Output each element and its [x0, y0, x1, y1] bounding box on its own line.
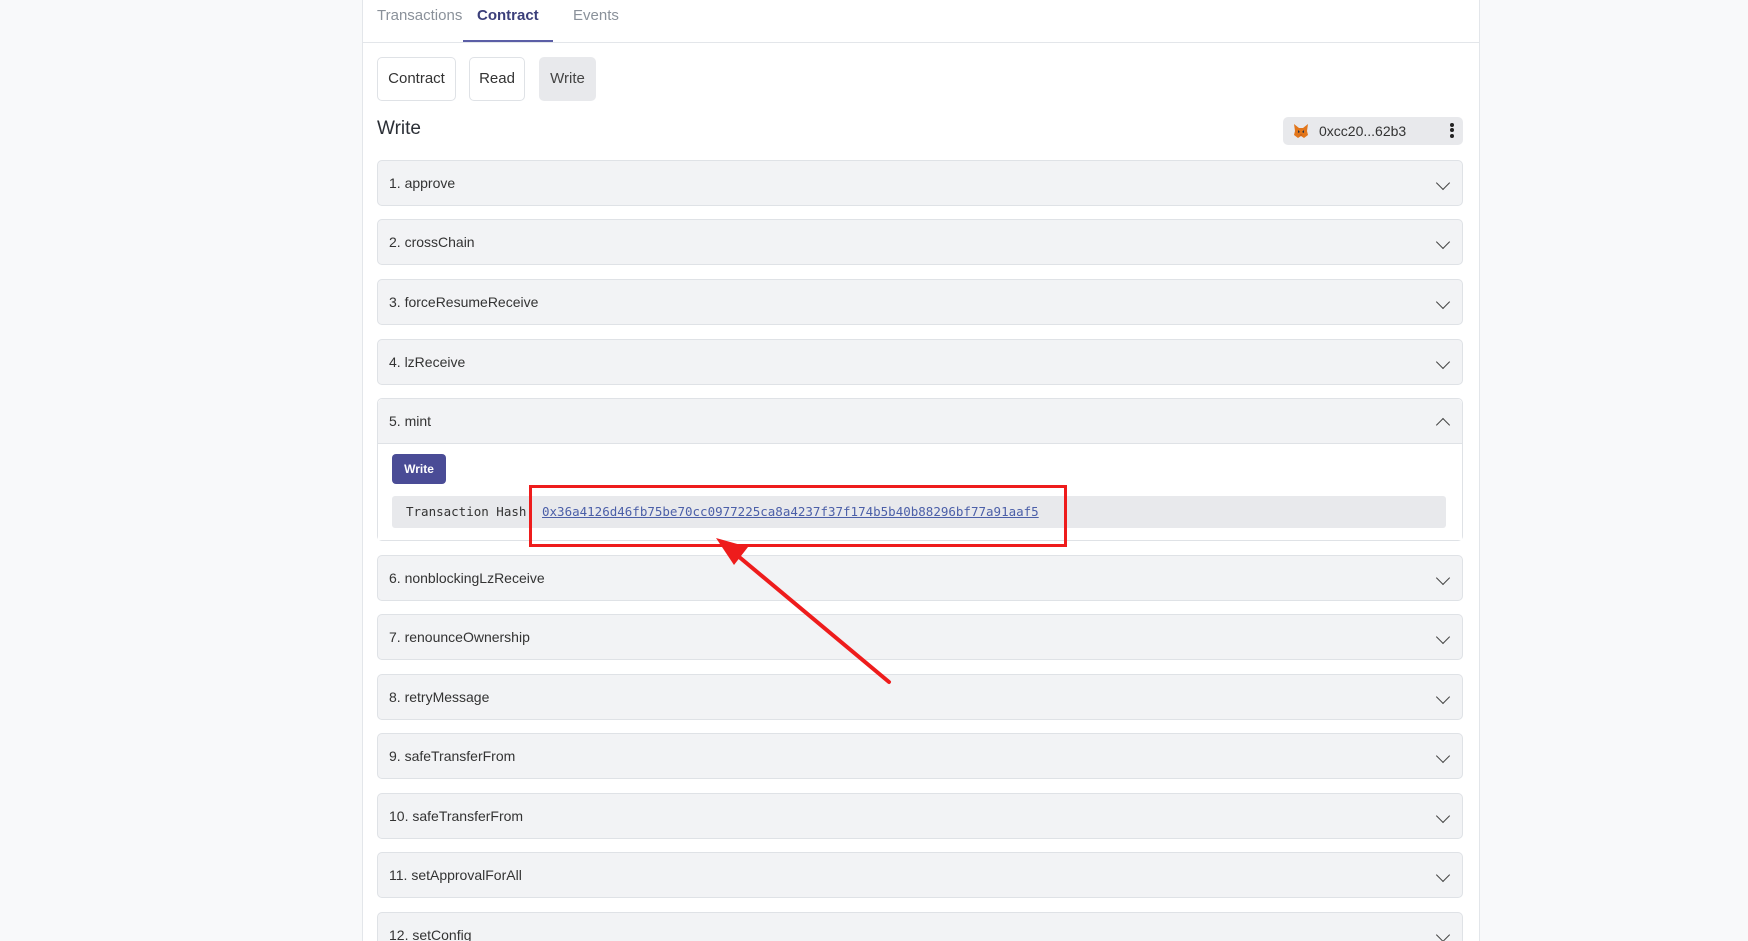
tab-contract[interactable]: Contract	[463, 0, 553, 42]
function-label: 3. forceResumeReceive	[389, 294, 539, 310]
wallet-button[interactable]: 0xcc20...62b3	[1283, 117, 1463, 145]
write-button[interactable]: Write	[392, 454, 446, 484]
chevron-down-icon	[1435, 294, 1451, 310]
function-item-safetransferfrom-2[interactable]: 10. safeTransferFrom	[377, 793, 1463, 839]
chevron-down-icon	[1435, 629, 1451, 645]
function-label: 5. mint	[389, 413, 432, 429]
subtab-contract[interactable]: Contract	[377, 57, 456, 101]
chevron-down-icon	[1435, 808, 1451, 824]
function-label: 10. safeTransferFrom	[389, 808, 524, 824]
chevron-up-icon	[1435, 417, 1451, 433]
chevron-down-icon	[1435, 927, 1451, 941]
page-canvas: Transactions Contract Events Contract Re…	[0, 0, 1748, 941]
transaction-hash-label: Transaction Hash	[406, 504, 527, 519]
more-options-icon[interactable]	[1447, 121, 1457, 141]
function-item-safetransferfrom[interactable]: 9. safeTransferFrom	[377, 733, 1463, 779]
function-item-crosschain[interactable]: 2. crossChain	[377, 219, 1463, 265]
transaction-hash-link[interactable]: 0x36a4126d46fb75be70cc0977225ca8a4237f37…	[542, 496, 1039, 528]
function-item-forceresumereceive[interactable]: 3. forceResumeReceive	[377, 279, 1463, 325]
chevron-down-icon	[1435, 748, 1451, 764]
function-item-mint[interactable]: 5. mint Write Transaction Hash 0x36a4126…	[377, 398, 1463, 541]
function-label: 6. nonblockingLzReceive	[389, 570, 545, 586]
transaction-hash-row: Transaction Hash 0x36a4126d46fb75be70cc0…	[392, 496, 1446, 528]
chevron-down-icon	[1435, 867, 1451, 883]
chevron-down-icon	[1435, 175, 1451, 191]
chevron-down-icon	[1435, 689, 1451, 705]
function-label: 8. retryMessage	[389, 689, 490, 705]
function-item-nonblockinglzreceive[interactable]: 6. nonblockingLzReceive	[377, 555, 1463, 601]
contract-panel: Transactions Contract Events Contract Re…	[362, 0, 1480, 941]
wallet-address: 0xcc20...62b3	[1319, 123, 1407, 139]
subtab-write[interactable]: Write	[539, 57, 596, 101]
tab-events[interactable]: Events	[573, 0, 619, 42]
function-item-retrymessage[interactable]: 8. retryMessage	[377, 674, 1463, 720]
function-item-setapprovalforall[interactable]: 11. setApprovalForAll	[377, 852, 1463, 898]
function-label: 9. safeTransferFrom	[389, 748, 516, 764]
function-label: 7. renounceOwnership	[389, 629, 530, 645]
chevron-down-icon	[1435, 234, 1451, 250]
function-item-setconfig[interactable]: 12. setConfig	[377, 912, 1463, 941]
function-item-lzreceive[interactable]: 4. lzReceive	[377, 339, 1463, 385]
function-label: 12. setConfig	[389, 927, 472, 941]
function-label: 2. crossChain	[389, 234, 475, 250]
function-label: 1. approve	[389, 175, 456, 191]
function-item-renounceownership[interactable]: 7. renounceOwnership	[377, 614, 1463, 660]
function-item-approve[interactable]: 1. approve	[377, 160, 1463, 206]
section-title: Write	[377, 118, 421, 139]
metamask-fox-icon	[1294, 124, 1308, 138]
mint-body: Write Transaction Hash 0x36a4126d46fb75b…	[378, 444, 1462, 540]
tab-bar: Transactions Contract Events	[363, 0, 1479, 43]
tab-transactions[interactable]: Transactions	[377, 0, 462, 42]
chevron-down-icon	[1435, 354, 1451, 370]
function-label: 11. setApprovalForAll	[389, 867, 522, 883]
subtab-read[interactable]: Read	[469, 57, 525, 101]
function-label: 4. lzReceive	[389, 354, 466, 370]
chevron-down-icon	[1435, 570, 1451, 586]
